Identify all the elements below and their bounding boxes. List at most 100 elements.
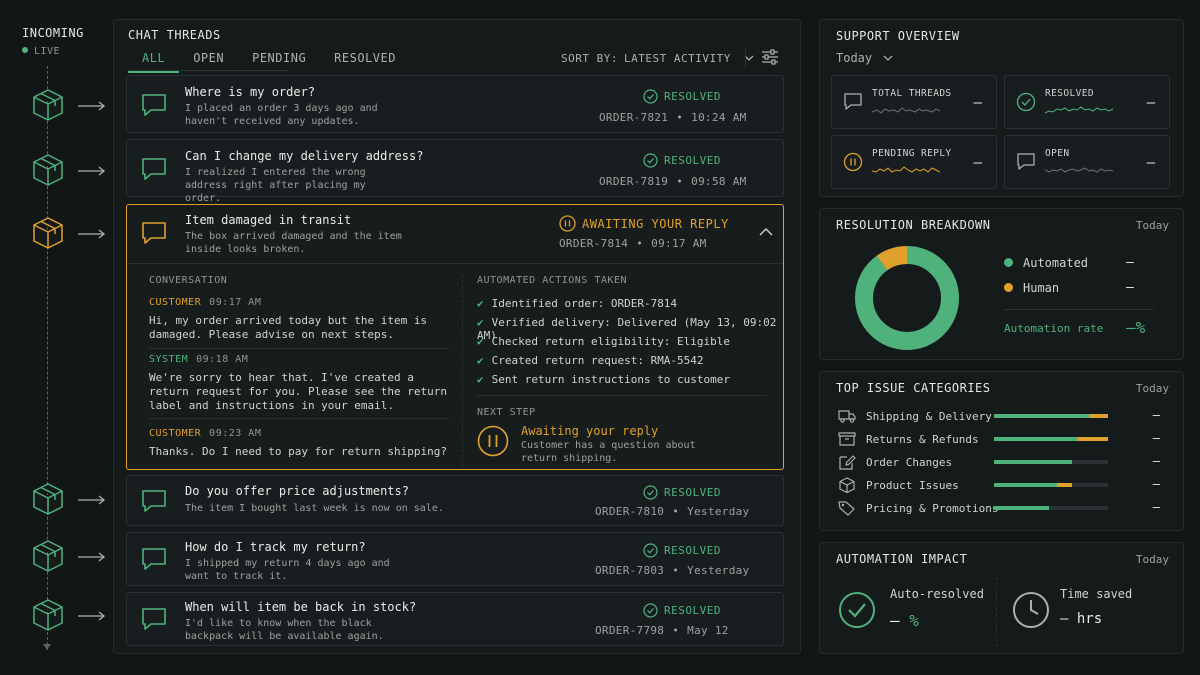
thread-preview: The box arrived damaged and the item ins… — [185, 231, 402, 255]
legend-dot — [1004, 258, 1013, 267]
thread-meta: ORDER-7810 • Yesterday — [595, 505, 750, 518]
issue-bar — [994, 414, 1108, 418]
issue-row[interactable]: Order Changes — — [838, 454, 1168, 472]
issue-label: Pricing & Promotions — [866, 502, 999, 515]
check-circle-icon — [643, 603, 658, 618]
chat-bubble-icon — [142, 158, 166, 180]
action-item: ✔ Created return request: RMA-5542 — [477, 354, 783, 373]
period-label: Today — [1135, 382, 1169, 395]
issue-label: Product Issues — [866, 479, 959, 492]
thread-card[interactable]: When will item be back in stock? I'd lik… — [126, 592, 784, 646]
bar-green — [994, 506, 1049, 510]
package-icon-active — [33, 217, 63, 249]
thread-card[interactable]: Where is my order? I placed an order 3 d… — [126, 75, 784, 133]
thread-tabs: ALL OPEN PENDING RESOLVED — [128, 51, 410, 73]
panel-title: AUTOMATION IMPACT — [836, 552, 968, 566]
status-label: RESOLVED — [664, 154, 721, 167]
arrow-right-icon — [78, 229, 106, 239]
order-id: ORDER-7821 — [599, 111, 669, 124]
period-dropdown[interactable]: Today — [836, 51, 893, 65]
stat-resolved[interactable]: RESOLVED — — [1004, 75, 1170, 129]
issue-row[interactable]: Pricing & Promotions — — [838, 500, 1168, 518]
thread-preview: I shipped my return 4 days ago and want … — [185, 558, 390, 582]
live-indicator: LIVE — [22, 46, 60, 57]
thread-time: May 12 — [687, 624, 729, 637]
message: SYSTEM 09:18 AM We're sorry to hear that.… — [149, 354, 449, 413]
stat-value: — — [1146, 155, 1155, 171]
thread-title: Can I change my delivery address? — [185, 149, 424, 163]
pause-circle-icon — [843, 152, 863, 172]
check-circle-icon — [1016, 92, 1036, 112]
issue-row[interactable]: Product Issues — — [838, 477, 1168, 495]
status-label: RESOLVED — [664, 544, 721, 557]
issue-value: — — [1152, 477, 1160, 491]
status-label: AWAITING YOUR REPLY — [582, 217, 729, 231]
stat-pending-reply[interactable]: PENDING REPLY — — [831, 135, 997, 189]
check-icon: ✔ — [477, 373, 484, 386]
status-badge: AWAITING YOUR REPLY — [559, 215, 729, 232]
status-badge: RESOLVED — [643, 89, 721, 104]
issue-bar — [994, 437, 1108, 441]
action-item: ✔ Verified delivery: Delivered (May 13, 0… — [477, 316, 783, 342]
message: CUSTOMER 09:23 AM Thanks. Do I need to pa… — [149, 428, 449, 459]
legend-label: Human — [1023, 281, 1060, 295]
filter-sliders-icon[interactable] — [760, 47, 780, 67]
chat-bubble-icon — [142, 490, 166, 512]
sort-value: LATEST ACTIVITY — [623, 52, 731, 65]
tab-all[interactable]: ALL — [128, 51, 180, 73]
author-name: CUSTOMER — [149, 297, 202, 308]
divider — [477, 395, 767, 396]
chat-icon — [1017, 153, 1035, 170]
bar-amber — [1056, 483, 1072, 487]
issue-bar — [994, 483, 1108, 487]
resolution-donut-chart — [855, 246, 959, 350]
author-name: CUSTOMER — [149, 428, 202, 439]
status-label: RESOLVED — [664, 90, 721, 103]
status-badge: RESOLVED — [643, 485, 721, 500]
auto-resolved-label: Auto-resolved — [890, 587, 984, 601]
sparkline — [1045, 106, 1113, 114]
chat-bubble-icon — [142, 608, 166, 630]
issue-row[interactable]: Returns & Refunds — — [838, 431, 1168, 449]
stat-open[interactable]: OPEN — — [1004, 135, 1170, 189]
divider — [149, 418, 449, 419]
chevron-up-icon[interactable] — [759, 227, 773, 237]
box-icon — [838, 432, 856, 446]
next-step-desc: Customer has a question about return shi… — [521, 440, 696, 464]
thread-card-expanded[interactable]: Item damaged in transit The box arrived … — [126, 204, 784, 470]
automation-rate-value: —% — [1126, 318, 1146, 337]
panel-title: RESOLUTION BREAKDOWN — [836, 218, 991, 232]
issue-row[interactable]: Shipping & Delivery — — [838, 408, 1168, 426]
tab-open[interactable]: OPEN — [179, 51, 238, 73]
action-item: ✔ Sent return instructions to customer — [477, 373, 783, 392]
package-icon — [33, 483, 63, 515]
thread-card[interactable]: Can I change my delivery address? I real… — [126, 139, 784, 204]
divider — [127, 263, 783, 264]
time-saved-value: — hrs — [1060, 611, 1102, 627]
thread-meta: ORDER-7821 • 10:24 AM — [599, 111, 747, 124]
thread-preview: I realized I entered the wrong address r… — [185, 167, 366, 204]
thread-card[interactable]: How do I track my return? I shipped my r… — [126, 532, 784, 586]
time-saved-label: Time saved — [1060, 587, 1133, 601]
thread-preview: The item I bought last week is now on sa… — [185, 503, 444, 514]
status-badge: RESOLVED — [643, 153, 721, 168]
stat-total-threads[interactable]: TOTAL THREADS — — [831, 75, 997, 129]
tag-icon — [838, 501, 855, 516]
status-badge: RESOLVED — [643, 543, 721, 558]
chat-bubble-icon — [142, 94, 166, 116]
check-circle-icon — [643, 485, 658, 500]
thread-time: 10:24 AM — [691, 111, 747, 124]
check-icon: ✔ — [477, 354, 484, 367]
metric-unit: % — [909, 611, 919, 630]
sort-dropdown[interactable]: SORT BY: LATEST ACTIVITY — [561, 52, 754, 65]
tab-pending[interactable]: PENDING — [238, 51, 320, 73]
thread-card[interactable]: Do you offer price adjustments? The item… — [126, 475, 784, 526]
legend-automated: Automated — [1004, 256, 1088, 270]
tab-resolved[interactable]: RESOLVED — [320, 51, 410, 73]
package-icon — [33, 599, 63, 631]
arrow-right-icon — [78, 101, 106, 111]
panel-title: CHAT THREADS — [128, 28, 221, 42]
message-text: Thanks. Do I need to pay for return ship… — [149, 445, 448, 458]
issue-value: — — [1152, 431, 1160, 445]
message-author: SYSTEM 09:18 AM — [149, 354, 449, 365]
